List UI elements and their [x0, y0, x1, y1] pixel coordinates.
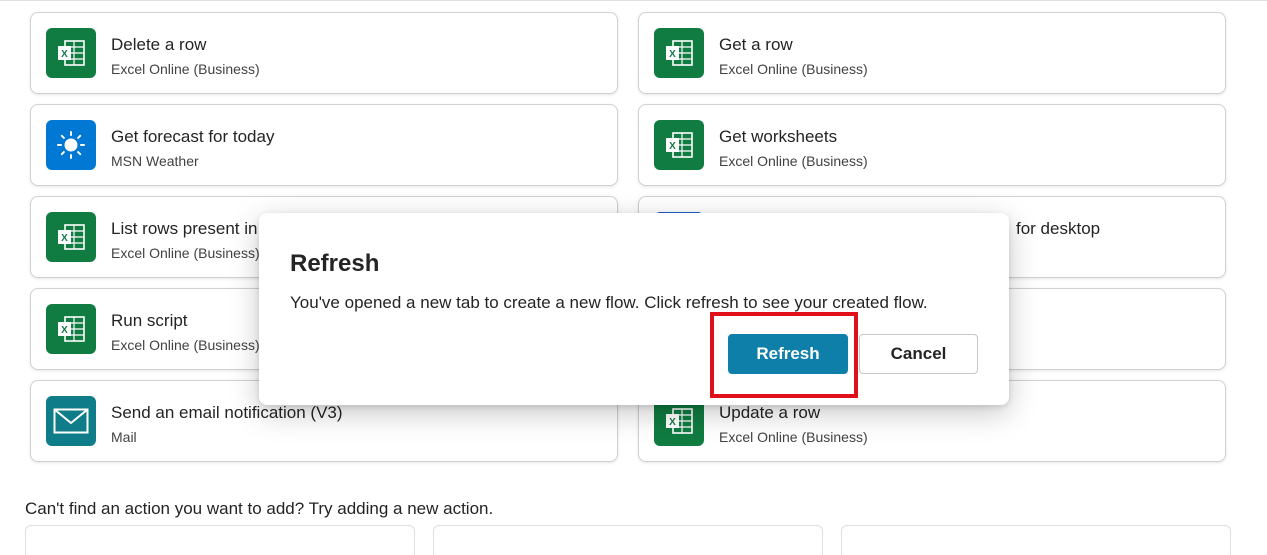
action-title: Get forecast for today — [111, 127, 275, 146]
dialog-message: You've opened a new tab to create a new … — [290, 293, 928, 312]
sun-icon — [46, 120, 96, 170]
svg-text:X: X — [669, 417, 676, 428]
excel-icon: X — [654, 120, 704, 170]
action-title: Update a row — [719, 403, 821, 422]
new-action-card-1[interactable] — [25, 525, 415, 555]
action-title: for desktop — [1016, 219, 1101, 238]
action-connector: Excel Online (Business) — [111, 337, 260, 353]
action-connector: Excel Online (Business) — [719, 61, 868, 77]
refresh-button[interactable]: Refresh — [728, 334, 848, 374]
action-connector: Excel Online (Business) — [719, 153, 868, 169]
action-card-delete-a-row[interactable]: X Delete a row Excel Online (Business) — [30, 12, 618, 94]
action-title: Send an email notification (V3) — [111, 403, 343, 422]
action-title: Delete a row — [111, 35, 207, 54]
action-card-get-forecast-for-today[interactable]: Get forecast for today MSN Weather — [30, 104, 618, 186]
svg-text:X: X — [61, 325, 68, 336]
svg-text:X: X — [61, 49, 68, 60]
cancel-button[interactable]: Cancel — [859, 334, 978, 374]
action-connector: Excel Online (Business) — [719, 429, 868, 445]
svg-text:X: X — [669, 49, 676, 60]
action-connector: MSN Weather — [111, 153, 199, 169]
new-action-card-2[interactable] — [433, 525, 823, 555]
action-connector: Excel Online (Business) — [111, 61, 260, 77]
refresh-dialog: Refresh You've opened a new tab to creat… — [259, 213, 1009, 405]
excel-icon: X — [654, 28, 704, 78]
excel-icon: X — [46, 212, 96, 262]
action-card-get-a-row[interactable]: X Get a row Excel Online (Business) — [638, 12, 1226, 94]
svg-text:X: X — [61, 233, 68, 244]
svg-text:X: X — [669, 141, 676, 152]
action-title: Run script — [111, 311, 188, 330]
action-connector: Mail — [111, 429, 137, 445]
add-action-hint: Can't find an action you want to add? Tr… — [25, 499, 494, 518]
excel-icon: X — [46, 304, 96, 354]
action-card-get-worksheets[interactable]: X Get worksheets Excel Online (Business) — [638, 104, 1226, 186]
action-title: List rows present in — [111, 219, 258, 238]
action-title: Get worksheets — [719, 127, 838, 146]
dialog-title: Refresh — [290, 250, 380, 277]
excel-icon: X — [46, 28, 96, 78]
new-action-card-3[interactable] — [841, 525, 1231, 555]
action-title: Get a row — [719, 35, 793, 54]
top-divider — [0, 0, 1267, 1]
action-connector: Excel Online (Business) — [111, 245, 260, 261]
mail-icon — [46, 396, 96, 446]
